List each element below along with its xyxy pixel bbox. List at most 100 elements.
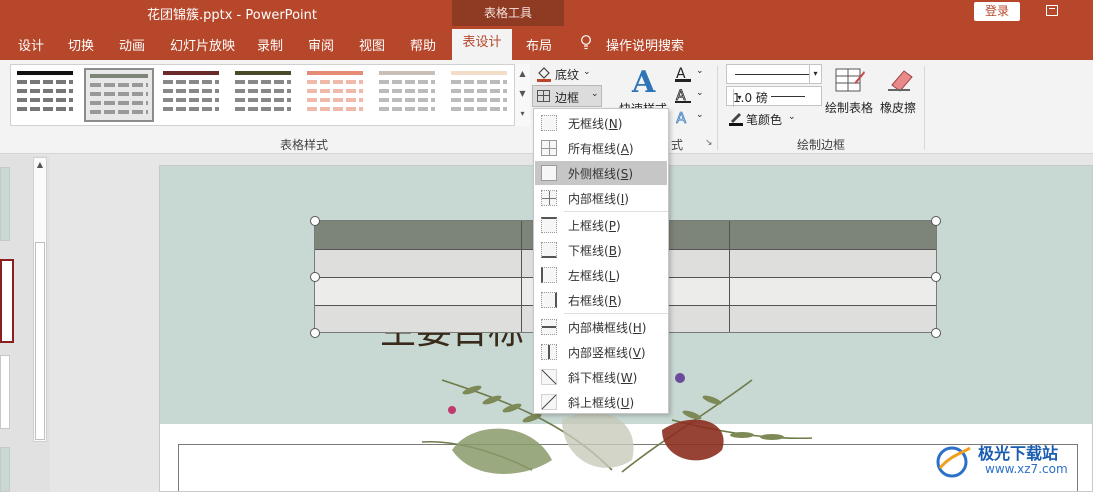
slide-thumbnail[interactable]: [0, 167, 10, 241]
diagonal-down-border-icon: [541, 369, 557, 385]
chevron-down-icon: ▾: [733, 89, 745, 107]
tab-help[interactable]: 帮助: [410, 35, 436, 54]
thumbnails-scrollbar[interactable]: ▲: [33, 157, 47, 442]
chevron-down-icon[interactable]: ⌄: [696, 88, 704, 98]
scroll-up-icon[interactable]: ▲: [34, 158, 46, 172]
draw-table-button[interactable]: 绘制表格: [825, 99, 873, 116]
top-border-icon: [541, 217, 557, 233]
resize-handle[interactable]: [931, 216, 941, 226]
dialog-launcher-icon[interactable]: ↘: [705, 138, 713, 148]
menu-item-diagonal-up[interactable]: 斜上框线(U): [535, 390, 667, 414]
menu-item-top-border[interactable]: 上框线(P): [535, 213, 667, 237]
resize-handle[interactable]: [931, 272, 941, 282]
gallery-more-icon[interactable]: ▾: [515, 104, 530, 124]
text-fill-icon[interactable]: A: [674, 65, 692, 83]
draw-table-icon[interactable]: [834, 65, 866, 95]
menu-item-label: 上框线(P): [568, 219, 621, 233]
tab-table-design[interactable]: 表设计: [452, 29, 512, 60]
table-cell[interactable]: [730, 306, 936, 332]
bottom-border-icon: [541, 242, 557, 258]
scrollbar-thumb[interactable]: [35, 242, 45, 440]
pen-icon[interactable]: [728, 110, 744, 126]
borders-button[interactable]: 边框 ⌄: [532, 85, 602, 107]
pen-weight-line: [771, 96, 805, 97]
table-style-option[interactable]: [379, 69, 439, 121]
menu-item-inside-vertical[interactable]: 内部竖框线(V): [535, 340, 667, 364]
pen-color-button[interactable]: 笔颜色: [746, 111, 782, 128]
tab-design[interactable]: 设计: [18, 35, 44, 54]
tab-record[interactable]: 录制: [257, 35, 283, 54]
text-outline-icon[interactable]: A: [674, 87, 692, 105]
table-cell[interactable]: [730, 250, 936, 277]
table-style-option[interactable]: [17, 69, 77, 121]
tell-me-search[interactable]: 操作说明搜索: [606, 35, 684, 54]
shading-button[interactable]: 底纹: [555, 66, 579, 83]
menu-item-bottom-border[interactable]: 下框线(B): [535, 238, 667, 262]
resize-handle[interactable]: [310, 272, 320, 282]
menu-item-label: 斜上框线(U): [568, 396, 635, 410]
tab-slideshow[interactable]: 幻灯片放映: [170, 35, 235, 54]
slide-thumbnail-selected[interactable]: [0, 259, 14, 343]
eraser-icon[interactable]: [886, 65, 914, 95]
menu-separator: [564, 313, 668, 314]
chevron-down-icon[interactable]: ⌄: [583, 67, 591, 77]
pen-style-select[interactable]: ▾: [726, 64, 822, 84]
menu-item-left-border[interactable]: 左框线(L): [535, 263, 667, 287]
table-style-option[interactable]: [451, 69, 511, 121]
no-border-icon: [541, 115, 557, 131]
ribbon-display-options-icon[interactable]: [1046, 5, 1058, 16]
slide-thumbnail[interactable]: [0, 447, 10, 492]
menu-item-no-border[interactable]: 无框线(N): [535, 111, 667, 135]
tab-review[interactable]: 审阅: [308, 35, 334, 54]
menu-item-inside-horizontal[interactable]: 内部横框线(H): [535, 315, 667, 339]
pen-weight-select[interactable]: 1.0 磅 ▾: [726, 86, 822, 107]
table-style-option-selected[interactable]: [84, 68, 154, 122]
chevron-down-icon[interactable]: ⌄: [696, 110, 704, 120]
resize-handle[interactable]: [310, 328, 320, 338]
group-separator: [924, 66, 925, 150]
table-cell[interactable]: [730, 278, 936, 305]
outside-borders-icon: [541, 165, 557, 181]
eraser-button[interactable]: 橡皮擦: [880, 99, 916, 116]
draw-borders-group-label: 绘制边框: [797, 138, 846, 152]
tab-transitions[interactable]: 切换: [68, 35, 94, 54]
borders-icon: [537, 90, 550, 102]
chevron-down-icon[interactable]: ⌄: [696, 66, 704, 76]
resize-handle[interactable]: [931, 328, 941, 338]
table-cell[interactable]: [315, 250, 522, 277]
slide-thumbnail[interactable]: [0, 355, 10, 429]
menu-item-label: 斜下框线(W): [568, 371, 638, 385]
menu-item-right-border[interactable]: 右框线(R): [535, 288, 667, 312]
lightbulb-icon: [581, 35, 591, 50]
tab-animations[interactable]: 动画: [119, 35, 145, 54]
quick-styles-label[interactable]: 快速样式: [619, 100, 667, 108]
resize-handle[interactable]: [310, 216, 320, 226]
watermark-url: www.xz7.com: [985, 462, 1068, 476]
tab-layout[interactable]: 布局: [526, 35, 552, 54]
menu-item-all-borders[interactable]: 所有框线(A): [535, 136, 667, 160]
table-style-option[interactable]: [307, 69, 367, 121]
chevron-down-icon: ⌄: [591, 89, 599, 99]
table-cell[interactable]: [315, 306, 522, 332]
chevron-down-icon[interactable]: ⌄: [788, 112, 796, 122]
borders-button-label: 边框: [555, 91, 580, 105]
menu-item-inside-borders[interactable]: 内部框线(I): [535, 186, 667, 210]
right-border-icon: [541, 292, 557, 308]
menu-item-diagonal-down[interactable]: 斜下框线(W): [535, 365, 667, 389]
login-button[interactable]: 登录: [974, 2, 1020, 21]
table-style-option[interactable]: [235, 69, 295, 121]
gallery-scroll[interactable]: ▲ ▼ ▾: [514, 64, 530, 126]
text-effects-icon[interactable]: A: [674, 109, 692, 127]
table-style-option[interactable]: [163, 69, 223, 121]
tab-view[interactable]: 视图: [359, 35, 385, 54]
table-cell[interactable]: [315, 278, 522, 305]
table-cell[interactable]: [315, 221, 522, 249]
gallery-up-icon[interactable]: ▲: [515, 64, 530, 84]
borders-dropdown-menu: 无框线(N) 所有框线(A) 外侧框线(S) 内部框线(I) 上框线(P) 下框…: [533, 108, 669, 414]
svg-text:A: A: [676, 109, 687, 127]
table-cell[interactable]: [730, 221, 936, 249]
gallery-down-icon[interactable]: ▼: [515, 84, 530, 104]
menu-item-outside-borders[interactable]: 外侧框线(S): [535, 161, 667, 185]
shading-bucket-icon[interactable]: [536, 66, 552, 82]
quick-styles-icon[interactable]: A: [630, 64, 660, 98]
